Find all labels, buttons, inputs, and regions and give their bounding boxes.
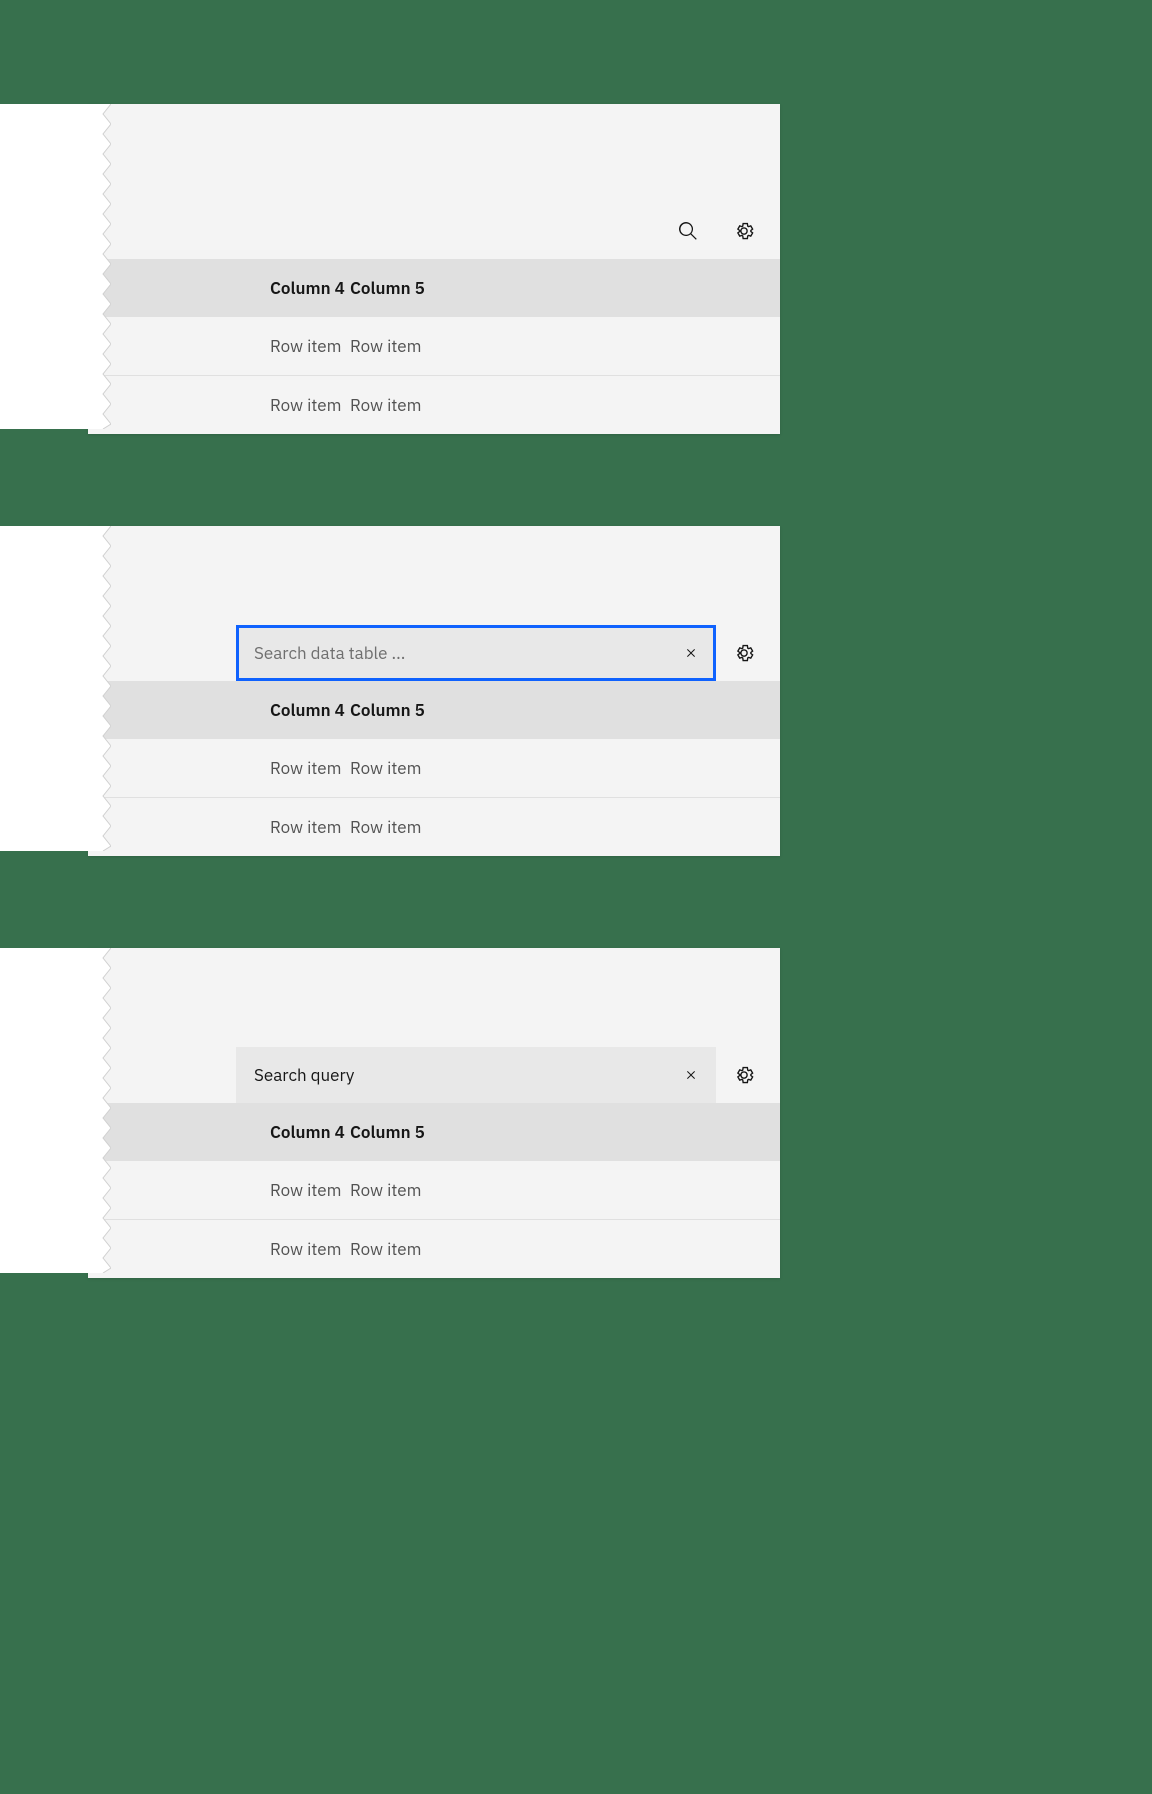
search-box xyxy=(236,1047,716,1103)
column-header-4[interactable]: Column 4 xyxy=(118,259,350,317)
column-header-5[interactable]: Column 5 xyxy=(350,681,780,739)
gear-icon xyxy=(734,221,754,241)
cell: Row item xyxy=(118,376,350,435)
table-toolbar xyxy=(88,948,780,1103)
table-row: n Row item Row item xyxy=(88,1220,780,1279)
settings-button[interactable] xyxy=(716,1047,772,1103)
table-row: n Row item Row item xyxy=(88,1161,780,1220)
data-table: 3 Column 4 Column 5 n Row item Row item … xyxy=(88,681,780,856)
table-header-row: 3 Column 4 Column 5 xyxy=(88,681,780,739)
cell: Row item xyxy=(118,317,350,376)
cell: Row item xyxy=(350,317,780,376)
gear-icon xyxy=(734,643,754,663)
column-header-5[interactable]: Column 5 xyxy=(350,1103,780,1161)
cell: Row item xyxy=(350,739,780,798)
search-clear-button[interactable] xyxy=(666,625,716,681)
gear-icon xyxy=(734,1065,754,1085)
search-icon xyxy=(678,221,698,241)
table-row: n Row item Row item xyxy=(88,317,780,376)
column-header-5[interactable]: Column 5 xyxy=(350,259,780,317)
clipped-left-mask xyxy=(0,104,95,429)
cell: Row item xyxy=(350,1220,780,1279)
cell: Row item xyxy=(350,798,780,857)
table-row: n Row item Row item xyxy=(88,376,780,435)
cell: Row item xyxy=(118,798,350,857)
table-header-row: 3 Column 4 Column 5 xyxy=(88,1103,780,1161)
cell: Row item xyxy=(118,1220,350,1279)
close-icon xyxy=(683,1067,699,1083)
cell: Row item xyxy=(118,1161,350,1220)
search-box xyxy=(236,625,716,681)
table-row: n Row item Row item xyxy=(88,739,780,798)
cell: Row item xyxy=(350,376,780,435)
search-input[interactable] xyxy=(254,642,666,664)
data-table-container: 3 Column 4 Column 5 n Row item Row item … xyxy=(88,526,780,856)
data-table-container: 3 Column 4 Column 5 n Row item Row item … xyxy=(88,948,780,1278)
search-input[interactable] xyxy=(254,1064,666,1086)
table-toolbar xyxy=(88,526,780,681)
table-row: n Row item Row item xyxy=(88,798,780,857)
column-header-4[interactable]: Column 4 xyxy=(118,681,350,739)
data-table-container: 3 Column 4 Column 5 n Row item Row item … xyxy=(88,104,780,434)
table-header-row: 3 Column 4 Column 5 xyxy=(88,259,780,317)
column-header-4[interactable]: Column 4 xyxy=(118,1103,350,1161)
search-clear-button[interactable] xyxy=(666,1047,716,1103)
table-toolbar xyxy=(88,104,780,259)
data-table: 3 Column 4 Column 5 n Row item Row item … xyxy=(88,259,780,434)
cell: Row item xyxy=(118,739,350,798)
clipped-left-mask xyxy=(0,526,95,851)
settings-button[interactable] xyxy=(716,625,772,681)
close-icon xyxy=(683,645,699,661)
settings-button[interactable] xyxy=(716,203,772,259)
data-table: 3 Column 4 Column 5 n Row item Row item … xyxy=(88,1103,780,1278)
cell: Row item xyxy=(350,1161,780,1220)
clipped-left-mask xyxy=(0,948,95,1273)
search-button[interactable] xyxy=(660,203,716,259)
